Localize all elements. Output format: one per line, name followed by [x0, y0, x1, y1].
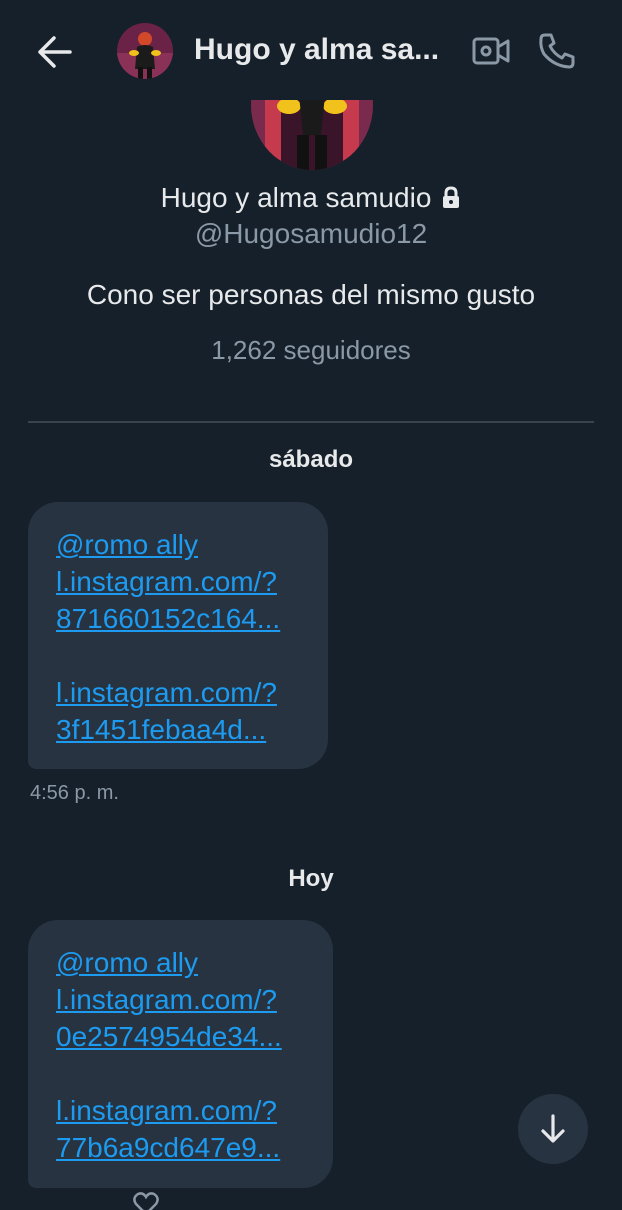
profile-name-row[interactable]: Hugo y alma samudio: [0, 180, 622, 216]
arrow-down-icon: [541, 1114, 565, 1143]
instagram-link[interactable]: 871660152c164...: [56, 600, 304, 637]
video-call-button[interactable]: [470, 32, 512, 70]
back-button[interactable]: [36, 34, 76, 70]
instagram-link[interactable]: 77b6a9cd647e9...: [56, 1129, 309, 1166]
date-separator: Hoy: [288, 865, 334, 892]
scroll-to-bottom-button[interactable]: [518, 1094, 588, 1164]
avatar-image: [117, 23, 173, 79]
arrow-left-icon: [38, 36, 72, 68]
instagram-link[interactable]: l.instagram.com/?: [56, 674, 304, 711]
conversation-header: Hugo y alma sa...: [0, 0, 622, 100]
voice-call-button[interactable]: [536, 30, 578, 72]
header-title[interactable]: Hugo y alma sa...: [194, 30, 456, 70]
reaction-heart-icon[interactable]: [132, 1190, 160, 1210]
instagram-link[interactable]: l.instagram.com/?: [56, 1092, 309, 1129]
mention-link[interactable]: @romo ally: [56, 944, 309, 981]
date-separator: sábado: [268, 446, 354, 473]
instagram-link[interactable]: l.instagram.com/?: [56, 563, 304, 600]
message-gap: [56, 637, 304, 674]
message-bubble[interactable]: @romo ally l.instagram.com/? 871660152c1…: [28, 502, 328, 769]
video-call-icon: [472, 37, 510, 65]
mention-link[interactable]: @romo ally: [56, 526, 304, 563]
instagram-link[interactable]: 0e2574954de34...: [56, 1018, 309, 1055]
instagram-link[interactable]: l.instagram.com/?: [56, 981, 309, 1018]
profile-handle: @Hugosamudio12: [194, 218, 428, 249]
header-avatar[interactable]: [117, 23, 173, 79]
instagram-link[interactable]: 3f1451febaa4d...: [56, 711, 304, 748]
profile-bio: Cono ser personas del mismo gusto: [86, 279, 536, 310]
phone-icon: [539, 33, 575, 69]
profile-name: Hugo y alma samudio: [160, 182, 432, 213]
profile-followers[interactable]: 1,262 seguidores: [0, 332, 622, 368]
divider: [28, 421, 594, 423]
lock-icon: [441, 181, 461, 208]
message-bubble[interactable]: @romo ally l.instagram.com/? 0e2574954de…: [28, 920, 333, 1188]
message-gap: [56, 1055, 309, 1092]
message-timestamp: 4:56 p. m.: [30, 782, 119, 804]
